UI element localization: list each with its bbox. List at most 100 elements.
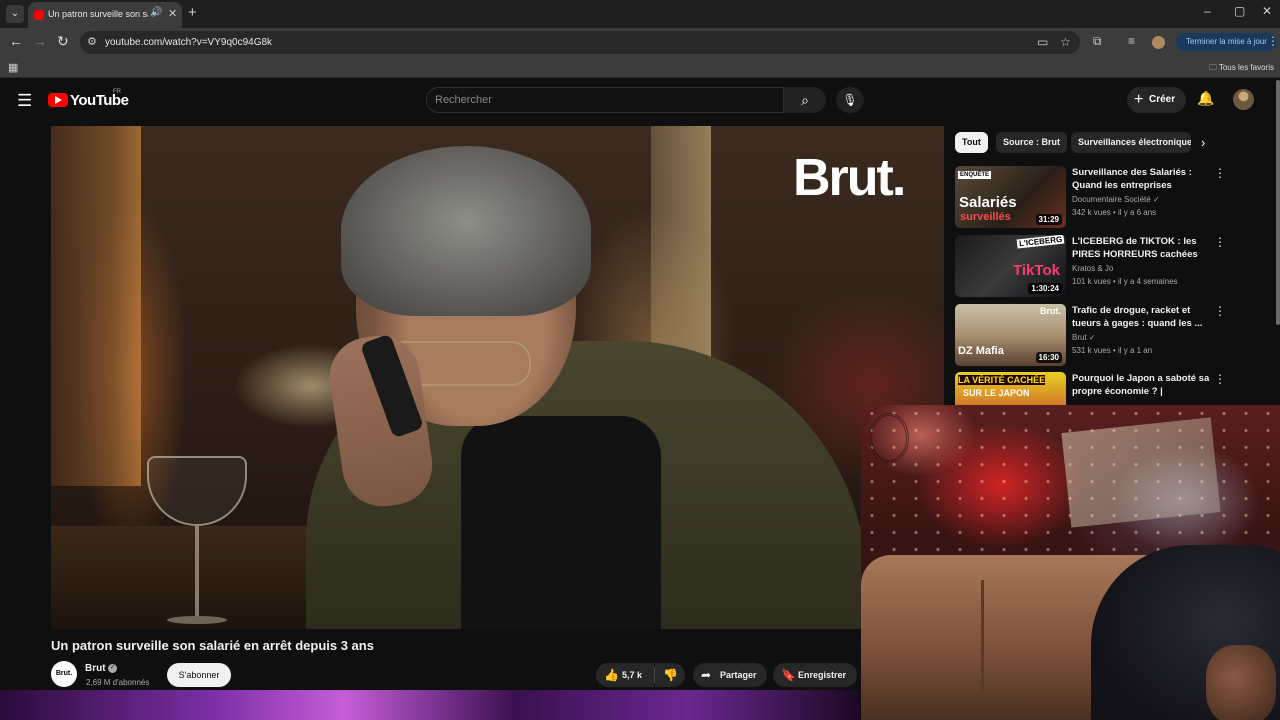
page-scrollbar[interactable] <box>1276 80 1280 325</box>
more-options-icon[interactable]: ⋮ <box>1214 166 1226 180</box>
save-label: Enregistrer <box>798 670 847 680</box>
spiral-decoration-image <box>869 413 909 463</box>
rec-title[interactable]: L'ICEBERG de TIKTOK : les PIRES HORREURS… <box>1072 235 1212 261</box>
recommendation-item[interactable]: Brut. DZ Mafia 16:30 Trafic de drogue, r… <box>955 304 1275 368</box>
search-button[interactable]: ⌕ <box>784 87 826 113</box>
smoke-image <box>1111 445 1261 555</box>
bookmark-star-icon[interactable]: ☆ <box>1060 35 1071 49</box>
thumb-text-1: LA VÉRITÉ CACHÉE <box>958 375 1046 385</box>
reading-list-icon[interactable]: ≡ <box>1128 34 1135 48</box>
video-duration: 16:30 <box>1035 352 1062 363</box>
channel-avatar[interactable]: Brut. <box>51 661 77 687</box>
youtube-logo-icon[interactable] <box>48 93 68 107</box>
thumb-text-2: surveillés <box>960 211 1011 223</box>
rec-title[interactable]: Pourquoi le Japon a saboté sa propre éco… <box>1072 372 1212 398</box>
all-bookmarks-label: Tous les favoris <box>1218 63 1274 72</box>
subscribe-button[interactable]: S'abonner <box>167 663 231 687</box>
share-button[interactable]: ➦ Partager <box>693 663 767 687</box>
tab-title: Un patron surveille son salarié en arrêt… <box>48 9 148 19</box>
browser-tab[interactable]: Un patron surveille son salarié en arrêt… <box>28 2 182 28</box>
tab-close-icon[interactable]: ✕ <box>168 7 177 20</box>
cast-icon[interactable]: ▭ <box>1037 35 1048 49</box>
minimize-icon[interactable]: – <box>1204 4 1211 18</box>
video-thumbnail[interactable]: Brut. DZ Mafia 16:30 <box>955 304 1066 366</box>
recommendation-item[interactable]: ENQUÊTE Salariés surveillés 31:29 Survei… <box>955 166 1275 230</box>
browser-tab-bar: ⌄ Un patron surveille son salarié en arr… <box>0 0 1280 28</box>
notifications-bell-icon[interactable]: 🔔 <box>1197 90 1214 107</box>
wine-glass-image <box>147 456 247 629</box>
brut-watermark-logo: Brut. <box>793 149 906 207</box>
more-options-icon[interactable]: ⋮ <box>1214 372 1226 386</box>
rec-meta: 342 k vues • il y a 6 ans <box>1072 208 1157 217</box>
rec-meta: 531 k vues • il y a 1 an <box>1072 346 1153 355</box>
chip-source-brut[interactable]: Source : Brut <box>996 132 1068 153</box>
like-button[interactable]: 👍 5,7 k <box>596 663 654 687</box>
more-options-icon[interactable]: ⋮ <box>1214 235 1226 249</box>
window-close-icon[interactable]: ✕ <box>1262 4 1272 18</box>
video-player[interactable]: Brut. <box>51 126 944 629</box>
rec-title[interactable]: Trafic de drogue, racket et tueurs à gag… <box>1072 304 1212 330</box>
man-hair-image <box>341 146 591 316</box>
reload-icon[interactable]: ↻ <box>57 33 69 50</box>
all-bookmarks[interactable]: 🗀 Tous les favoris <box>1209 62 1274 76</box>
plus-icon: + <box>1134 91 1144 108</box>
maximize-icon[interactable]: ▢ <box>1234 4 1245 18</box>
share-label: Partager <box>720 670 757 680</box>
webcam-overlay <box>861 405 1280 720</box>
browser-menu-icon[interactable]: ⋮ <box>1267 34 1279 48</box>
browser-toolbar: ← → ↻ ⚙ youtube.com/watch?v=VY9q0c94G8k … <box>0 28 1280 56</box>
recommendation-item[interactable]: L'ICEBERG TikTok 1:30:24 L'ICEBERG de TI… <box>955 235 1275 299</box>
video-thumbnail[interactable]: L'ICEBERG TikTok 1:30:24 <box>955 235 1066 297</box>
share-arrow-icon: ➦ <box>701 668 712 682</box>
thumb-text-1: DZ Mafia <box>958 345 1004 357</box>
search-box[interactable] <box>426 87 784 113</box>
audio-playing-icon[interactable]: 🔊 <box>150 7 162 18</box>
chip-surveillance[interactable]: Surveillances électroniques <box>1071 132 1191 153</box>
youtube-header: ☰ YouTube FR ⌕ 🎙 + Créer 🔔 <box>0 80 1280 120</box>
voice-search-button[interactable]: 🎙 <box>836 87 864 113</box>
back-icon[interactable]: ← <box>9 33 23 49</box>
bar-shelf-scene <box>51 126 141 486</box>
create-button[interactable]: + Créer <box>1127 87 1186 113</box>
bookmarks-bar: ▦ 🗀 Tous les favoris <box>0 56 1280 78</box>
account-avatar[interactable] <box>1233 89 1254 110</box>
thumb-badge: ENQUÊTE <box>958 171 992 179</box>
rec-channel-name: Kratos & Jo <box>1072 264 1114 273</box>
dislike-button[interactable]: 👎 <box>655 663 685 687</box>
new-tab-icon[interactable]: + <box>188 4 197 21</box>
search-input[interactable] <box>435 92 765 108</box>
rec-channel-name: Brut <box>1072 333 1087 342</box>
chevron-right-icon[interactable]: › <box>1201 135 1205 150</box>
extensions-icon[interactable]: ⧉ <box>1093 34 1102 49</box>
video-duration: 31:29 <box>1035 214 1062 225</box>
thumb-text-2: Brut. <box>1040 306 1061 316</box>
subscriber-count: 2,69 M d'abonnés <box>86 678 150 687</box>
more-options-icon[interactable]: ⋮ <box>1214 304 1226 318</box>
rec-meta: 101 k vues • il y a 4 semaines <box>1072 277 1178 286</box>
url-text: youtube.com/watch?v=VY9q0c94G8k <box>105 37 273 48</box>
video-duration: 1:30:24 <box>1028 283 1062 294</box>
video-thumbnail[interactable]: ENQUÊTE Salariés surveillés 31:29 <box>955 166 1066 228</box>
create-label: Créer <box>1149 94 1176 105</box>
thumb-text-1: Salariés <box>959 194 1017 211</box>
youtube-favicon-icon <box>34 10 44 20</box>
tab-search-icon[interactable]: ⌄ <box>6 5 24 23</box>
profile-avatar[interactable] <box>1152 36 1165 49</box>
rec-channel-name: Documentaire Société <box>1072 195 1151 204</box>
save-button[interactable]: 🔖 Enregistrer <box>773 663 857 687</box>
microphone-icon: 🎙 <box>842 93 858 107</box>
streamer-face-image <box>1206 645 1276 720</box>
apps-grid-icon[interactable]: ▦ <box>8 61 18 74</box>
update-button[interactable]: Terminer la mise à jour <box>1176 33 1277 51</box>
thumb-text-1: L'ICEBERG <box>1016 235 1065 249</box>
hamburger-menu-icon[interactable]: ☰ <box>17 91 32 111</box>
channel-name[interactable]: Brut <box>85 663 106 674</box>
address-bar[interactable]: ⚙ youtube.com/watch?v=VY9q0c94G8k ▭ ☆ <box>80 31 1080 54</box>
rec-title[interactable]: Surveillance des Salariés : Quand les en… <box>1072 166 1212 192</box>
site-info-icon[interactable]: ⚙ <box>87 35 97 48</box>
country-code: FR <box>113 89 121 95</box>
verified-check-icon: ✓ <box>108 664 117 673</box>
couch-seam-image <box>981 580 984 690</box>
forward-icon[interactable]: → <box>33 33 47 49</box>
chip-all[interactable]: Tout <box>955 132 988 153</box>
